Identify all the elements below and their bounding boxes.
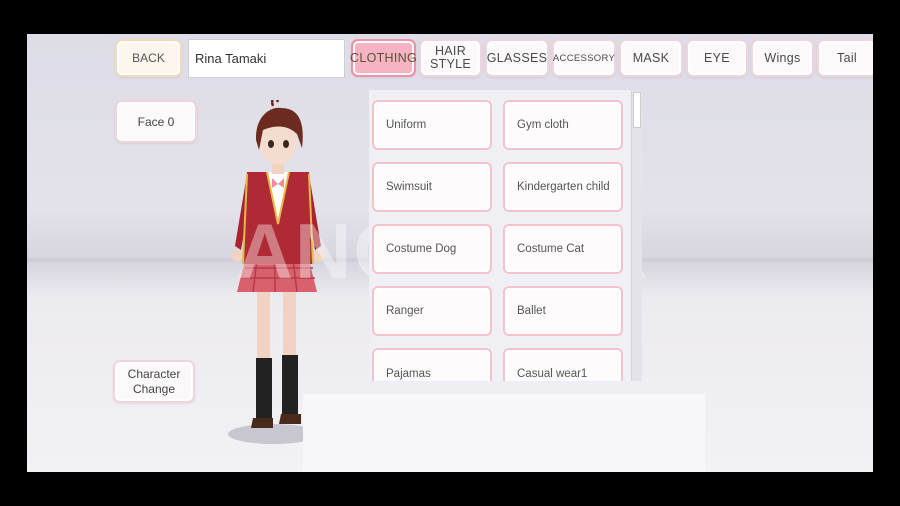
tab-hair-style[interactable]: HAIR STYLE [419,39,482,77]
list-item-gym-cloth[interactable]: Gym cloth [503,100,623,150]
list-item-ballet[interactable]: Ballet [503,286,623,336]
list-item-costume-dog[interactable]: Costume Dog [372,224,492,274]
blank-overlay-area [303,394,705,472]
character-name-input[interactable] [188,39,345,78]
scrollbar-thumb[interactable] [633,92,641,128]
back-button[interactable]: BACK [115,39,182,77]
list-item-kindergarten-child[interactable]: Kindergarten child [503,162,623,212]
list-item-swimsuit[interactable]: Swimsuit [372,162,492,212]
list-item-casual-wear1[interactable]: Casual wear1 [503,348,623,381]
list-scrollbar[interactable] [631,90,642,381]
list-item-pajamas[interactable]: Pajamas [372,348,492,381]
tab-clothing[interactable]: CLOTHING [350,39,417,77]
tab-eye[interactable]: EYE [686,39,748,77]
game-screen: BACK CLOTHING HAIR STYLE GLASSES ACCESSO… [27,34,873,472]
clothing-list-panel[interactable]: Uniform Gym cloth Swimsuit Kindergarten … [369,90,641,381]
list-item-costume-cat[interactable]: Costume Cat [503,224,623,274]
face-button[interactable]: Face 0 [115,100,197,143]
tab-tail[interactable]: Tail [817,39,873,77]
tab-wings[interactable]: Wings [751,39,814,77]
character-change-button[interactable]: Character Change [113,360,195,403]
list-item-uniform[interactable]: Uniform [372,100,492,150]
tab-mask[interactable]: MASK [619,39,683,77]
list-item-ranger[interactable]: Ranger [372,286,492,336]
tab-accessory[interactable]: ACCESSORY [552,39,616,77]
tab-glasses[interactable]: GLASSES [485,39,549,77]
